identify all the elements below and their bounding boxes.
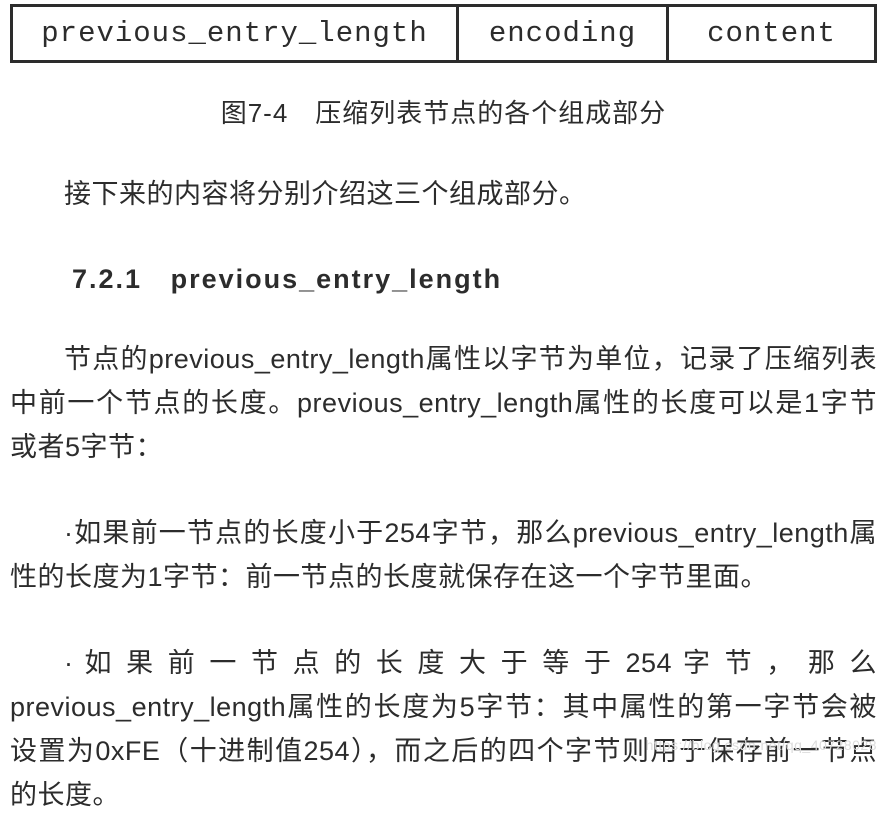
paragraph-3: · 如 果 前 一 节 点 的 长 度 大 于 等 于 254 字 节 ， 那 … <box>10 641 877 817</box>
diagram-cell-prev-length: previous_entry_length <box>13 7 459 60</box>
paragraph-1: 节点的previous_entry_length属性以字节为单位，记录了压缩列表… <box>10 337 877 469</box>
intro-paragraph: 接下来的内容将分别介绍这三个组成部分。 <box>10 172 877 216</box>
figure-caption: 图7-4 压缩列表节点的各个组成部分 <box>0 93 887 130</box>
diagram-cell-encoding: encoding <box>459 7 669 60</box>
body-text: 接下来的内容将分别介绍这三个组成部分。 7.2.1 previous_entry… <box>10 172 877 817</box>
watermark: https://blog.csdn.net/qq_40728028 <box>646 737 877 753</box>
section-number: 7.2.1 <box>72 264 142 294</box>
node-layout-diagram: previous_entry_length encoding content <box>10 4 877 63</box>
section-title: previous_entry_length <box>171 264 503 294</box>
section-heading: 7.2.1 previous_entry_length <box>72 264 877 295</box>
diagram-cell-content: content <box>669 7 874 60</box>
paragraph-2: ·如果前一节点的长度小于254字节，那么previous_entry_lengt… <box>10 511 877 599</box>
